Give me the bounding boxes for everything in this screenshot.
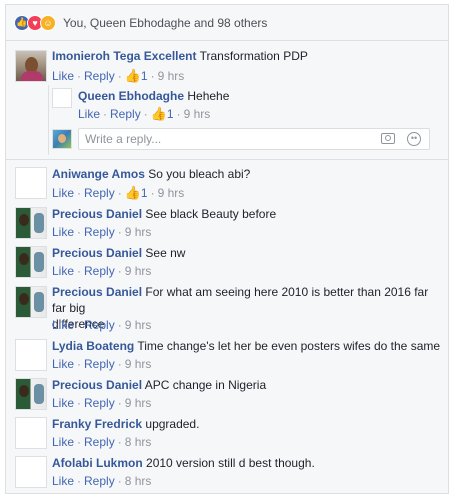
avatar[interactable] (15, 207, 47, 239)
haha-icon: ☺ (40, 14, 56, 31)
like-count[interactable]: 1 (141, 69, 148, 83)
reactions-bar[interactable]: 👍 ♥ ☺ You, Queen Ebhodaghe and 98 others (6, 5, 448, 41)
reply-link[interactable]: Reply (84, 69, 115, 83)
camera-icon[interactable] (381, 133, 395, 144)
commenter-name[interactable]: Franky Fredrick (52, 417, 142, 431)
commenter-name[interactable]: Aniwange Amos (52, 167, 145, 181)
timestamp[interactable]: 9 hrs (125, 318, 152, 332)
comment-body: Lydia Boateng Time change's let her be e… (52, 338, 440, 354)
commenter-name[interactable]: Imonieroh Tega Excellent (52, 49, 196, 63)
my-avatar (52, 129, 72, 149)
avatar[interactable] (52, 88, 72, 108)
comment-body: Precious Daniel See black Beauty before (52, 206, 276, 222)
comment-body: Precious Daniel APC change in Nigeria (52, 377, 266, 393)
like-link[interactable]: Like (52, 264, 74, 278)
comment-text: See black Beauty before (145, 207, 277, 221)
reply-thread-line (48, 85, 49, 155)
commenter-name[interactable]: Lydia Boateng (52, 339, 134, 353)
comment-text: So you bleach abi? (148, 167, 251, 181)
comment-text: Transformation PDP (199, 49, 308, 63)
reply-link[interactable]: Reply (84, 225, 115, 239)
avatar[interactable] (15, 378, 47, 410)
comment-text: See nw (145, 246, 186, 260)
reply-input[interactable]: Write a reply... •• (78, 128, 430, 150)
timestamp[interactable]: 9 hrs (184, 107, 211, 121)
reply-link[interactable]: Reply (84, 318, 115, 332)
avatar[interactable] (15, 286, 47, 318)
comment-actions: Like · Reply · 9 hrs (52, 396, 152, 410)
thumbs-up-icon: 👍 (124, 68, 141, 83)
comment-actions: Like · Reply · 👍1 · 9 hrs (52, 185, 185, 200)
reply-link[interactable]: Reply (84, 435, 115, 449)
comment-text: upgraded. (145, 417, 200, 431)
avatar[interactable] (15, 339, 47, 371)
comment-actions: Like · Reply · 9 hrs (52, 357, 152, 371)
like-link[interactable]: Like (52, 69, 74, 83)
comment-actions: Like · Reply · 👍1 · 9 hrs (52, 68, 185, 83)
comment-body: Afolabi Lukmon 2010 version still d best… (52, 455, 315, 471)
comment-actions: Like · Reply · 8 hrs (52, 474, 152, 488)
timestamp[interactable]: 9 hrs (158, 186, 185, 200)
reply-link[interactable]: Reply (84, 396, 115, 410)
avatar[interactable] (15, 246, 47, 278)
comment-body: Aniwange Amos So you bleach abi? (52, 166, 250, 182)
comment-text: Hehehe (187, 89, 230, 103)
reply-link[interactable]: Reply (110, 107, 141, 121)
reply-placeholder: Write a reply... (85, 132, 162, 146)
like-count[interactable]: 1 (141, 186, 148, 200)
like-link[interactable]: Like (52, 186, 74, 200)
avatar[interactable] (15, 417, 47, 449)
avatar[interactable] (15, 456, 47, 488)
comment-text: 2010 version still d best though. (146, 456, 315, 470)
comment-actions: Like · Reply · 👍1 · 9 hrs (78, 106, 211, 121)
reply-link[interactable]: Reply (84, 264, 115, 278)
like-count[interactable]: 1 (167, 107, 174, 121)
timestamp[interactable]: 9 hrs (158, 69, 185, 83)
timestamp[interactable]: 9 hrs (125, 264, 152, 278)
commenter-name[interactable]: Queen Ebhodaghe (78, 89, 184, 103)
like-link[interactable]: Like (52, 474, 74, 488)
emoji-icon[interactable]: •• (407, 132, 421, 146)
timestamp[interactable]: 9 hrs (125, 357, 152, 371)
like-link[interactable]: Like (52, 435, 74, 449)
comment-text: Time change's let her be even posters wi… (137, 339, 441, 353)
comment-body: Precious Daniel See nw (52, 245, 185, 261)
comment-body: Imonieroh Tega Excellent Transformation … (52, 48, 308, 64)
timestamp[interactable]: 9 hrs (125, 396, 152, 410)
reply-body: Queen Ebhodaghe Hehehe (78, 88, 229, 104)
comments-panel: 👍 ♥ ☺ You, Queen Ebhodaghe and 98 others… (5, 4, 449, 494)
like-link[interactable]: Like (52, 318, 74, 332)
comment-body: Franky Fredrick upgraded. (52, 416, 199, 432)
avatar[interactable] (15, 167, 47, 199)
timestamp[interactable]: 9 hrs (125, 225, 152, 239)
thumbs-up-icon: 👍 (124, 185, 141, 200)
commenter-name[interactable]: Precious Daniel (52, 378, 142, 392)
reactions-summary[interactable]: You, Queen Ebhodaghe and 98 others (63, 16, 267, 30)
commenter-name[interactable]: Precious Daniel (52, 285, 142, 299)
comment-actions: Like · Reply · 8 hrs (52, 435, 152, 449)
commenter-name[interactable]: Precious Daniel (52, 246, 142, 260)
avatar[interactable] (15, 50, 47, 82)
like-link[interactable]: Like (52, 225, 74, 239)
commenter-name[interactable]: Afolabi Lukmon (52, 456, 143, 470)
reply-link[interactable]: Reply (84, 474, 115, 488)
comment-text: APC change in Nigeria (144, 378, 267, 392)
timestamp[interactable]: 8 hrs (125, 474, 152, 488)
divider (6, 159, 448, 160)
reply-link[interactable]: Reply (84, 186, 115, 200)
like-link[interactable]: Like (78, 107, 100, 121)
like-link[interactable]: Like (52, 396, 74, 410)
reply-link[interactable]: Reply (84, 357, 115, 371)
thumbs-up-icon: 👍 (150, 106, 167, 121)
comment-actions: Like · Reply · 9 hrs (52, 225, 152, 239)
comment-actions: Like · Reply · 9 hrs (52, 264, 152, 278)
comment-actions: Like · Reply · 9 hrs (52, 318, 152, 332)
like-link[interactable]: Like (52, 357, 74, 371)
timestamp[interactable]: 8 hrs (125, 435, 152, 449)
commenter-name[interactable]: Precious Daniel (52, 207, 142, 221)
